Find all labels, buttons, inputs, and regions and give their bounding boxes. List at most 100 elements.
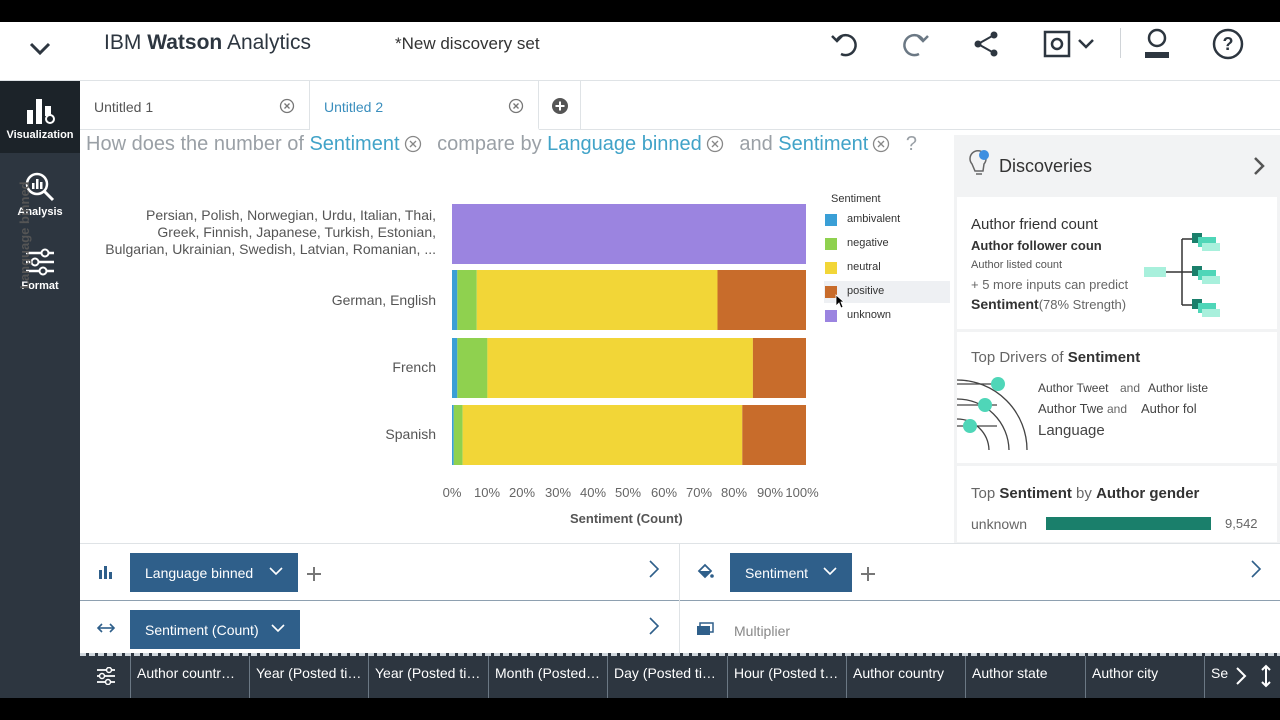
remove-token-icon[interactable]: [404, 135, 422, 153]
column-field[interactable]: Year (Posted ti…: [368, 656, 488, 698]
shelf-row-divider: [80, 600, 1280, 601]
snapshot-icon[interactable]: [1041, 27, 1099, 61]
chevron-down-icon[interactable]: [268, 565, 284, 577]
bar-segment-positive[interactable]: [752, 338, 806, 398]
card-title-prefix: Top Drivers of: [971, 349, 1064, 366]
driver-text: Language: [1038, 422, 1105, 439]
chevron-right-icon[interactable]: [1250, 559, 1262, 579]
bar-segment-ambivalent[interactable]: [452, 270, 458, 330]
lightbulb-icon: [969, 149, 989, 175]
legend-item-ambivalent[interactable]: ambivalent: [824, 209, 950, 231]
y-axis-title: Language binned: [17, 181, 32, 289]
legend-item-neutral[interactable]: neutral: [824, 257, 950, 279]
size-pill[interactable]: Sentiment (Count): [130, 610, 300, 649]
close-tab-icon[interactable]: [508, 98, 524, 114]
nav-visualization[interactable]: Visualization: [0, 81, 80, 153]
bar-segment-neutral[interactable]: [462, 405, 743, 465]
x-tick-label: 80%: [720, 485, 748, 500]
driver-text: Author fol: [1141, 401, 1197, 416]
question-token-sentiment[interactable]: Sentiment: [309, 133, 399, 155]
column-field[interactable]: Month (Posted…: [488, 656, 607, 698]
chevron-right-icon[interactable]: [648, 559, 660, 579]
legend-swatch: [825, 214, 837, 226]
bar-segment-unknown[interactable]: [452, 204, 806, 264]
category-label: French: [392, 359, 436, 375]
strength-value: (78% Strength): [1038, 297, 1127, 312]
column-field[interactable]: Hour (Posted t…: [727, 656, 846, 698]
card-title-part: Author gender: [1096, 485, 1200, 502]
share-icon[interactable]: [969, 27, 1003, 61]
nav-format[interactable]: Format: [0, 247, 80, 292]
close-tab-icon[interactable]: [279, 98, 295, 114]
user-icon[interactable]: [1140, 27, 1174, 61]
bar-segment-negative[interactable]: [457, 338, 488, 398]
redo-icon[interactable]: [898, 27, 932, 61]
help-icon[interactable]: ?: [1211, 27, 1245, 61]
chevron-right-icon[interactable]: [1235, 666, 1247, 686]
discoveries-panel: Discoveries Author friend count Author f…: [954, 135, 1280, 543]
x-tick-label: 70%: [685, 485, 713, 500]
bar-segment-neutral[interactable]: [487, 338, 753, 398]
bar-segment-ambivalent[interactable]: [452, 405, 454, 465]
add-tab-button[interactable]: [539, 81, 581, 130]
column-field[interactable]: Author countr…: [130, 656, 249, 698]
undo-icon[interactable]: [828, 27, 862, 61]
horizontal-arrows-icon: [96, 623, 116, 633]
chevron-right-icon[interactable]: [648, 616, 660, 636]
bar-segment-neutral[interactable]: [476, 270, 718, 330]
column-field[interactable]: Se: [1204, 656, 1230, 698]
discovery-card-top-sentiment[interactable]: Top Sentiment by Author gender unknown 9…: [957, 466, 1277, 542]
remove-token-icon[interactable]: [872, 135, 890, 153]
column-field[interactable]: Author city: [1085, 656, 1204, 698]
question-bar: How does the number of Sentiment compare…: [86, 133, 917, 156]
menu-chevron-icon[interactable]: [26, 34, 54, 62]
legend-label: neutral: [847, 261, 881, 273]
card-target-field: Sentiment: [971, 296, 1039, 312]
column-settings-icon[interactable]: [96, 667, 116, 685]
doc-title[interactable]: *New discovery set: [395, 34, 540, 54]
bar-segment-positive[interactable]: [742, 405, 806, 465]
x-tick-label: 30%: [544, 485, 572, 500]
chevron-right-icon[interactable]: [1252, 156, 1266, 176]
chevron-down-icon[interactable]: [270, 622, 286, 634]
card-text: Author follower coun: [971, 238, 1102, 253]
tab-untitled-2[interactable]: Untitled 2: [310, 81, 539, 130]
multiplier-label[interactable]: Multiplier: [734, 623, 790, 639]
bar-segment-positive[interactable]: [717, 270, 807, 330]
app-window: IBM Watson Analytics *New discovery set …: [0, 22, 1280, 698]
card-text: + 5 more inputs can predict: [971, 277, 1129, 292]
discoveries-header[interactable]: Discoveries: [954, 135, 1280, 191]
bar-segment-negative[interactable]: [457, 270, 477, 330]
vertical-resize-icon[interactable]: [1260, 664, 1272, 688]
column-field[interactable]: Year (Posted ti…: [249, 656, 368, 698]
bar-segment-negative[interactable]: [453, 405, 463, 465]
question-token-sentiment-2[interactable]: Sentiment: [778, 133, 868, 155]
columns-pill[interactable]: Language binned: [130, 553, 298, 592]
tab-untitled-1[interactable]: Untitled 1: [80, 81, 310, 130]
remove-token-icon[interactable]: [706, 135, 724, 153]
nav-visualization-label: Visualization: [6, 129, 74, 141]
category-label: German, English: [331, 292, 436, 308]
app-title-suffix: Analytics: [226, 31, 311, 54]
column-field[interactable]: Day (Posted ti…: [607, 656, 727, 698]
bars-icon: [99, 566, 112, 579]
left-nav: Visualization Analysis Format: [0, 81, 80, 698]
add-field-icon[interactable]: [306, 566, 322, 582]
card-title-target: Sentiment: [1067, 349, 1141, 366]
chevron-down-icon[interactable]: [822, 565, 838, 577]
discovery-card-predictors[interactable]: Author friend count Author follower coun…: [957, 197, 1277, 329]
bar-segment-ambivalent[interactable]: [452, 338, 458, 398]
question-token-language-binned[interactable]: Language binned: [547, 133, 702, 155]
category-label-line: Bulgarian, Ukrainian, Swedish, Latvian, …: [105, 241, 436, 257]
color-pill[interactable]: Sentiment: [730, 553, 852, 592]
driver-text: and: [1107, 402, 1128, 416]
legend-item-negative[interactable]: negative: [824, 233, 950, 255]
discovery-card-drivers[interactable]: Top Drivers of Sentiment Author Tweet an…: [957, 332, 1277, 463]
add-field-icon[interactable]: [860, 566, 876, 582]
nav-analysis[interactable]: Analysis: [0, 171, 80, 218]
card-title: Top Drivers of Sentiment: [971, 349, 1140, 366]
column-field[interactable]: Author country: [846, 656, 965, 698]
column-field[interactable]: Author state: [965, 656, 1085, 698]
driver-text: Author Tweet: [1038, 381, 1109, 395]
paint-bucket-icon: [697, 563, 714, 579]
